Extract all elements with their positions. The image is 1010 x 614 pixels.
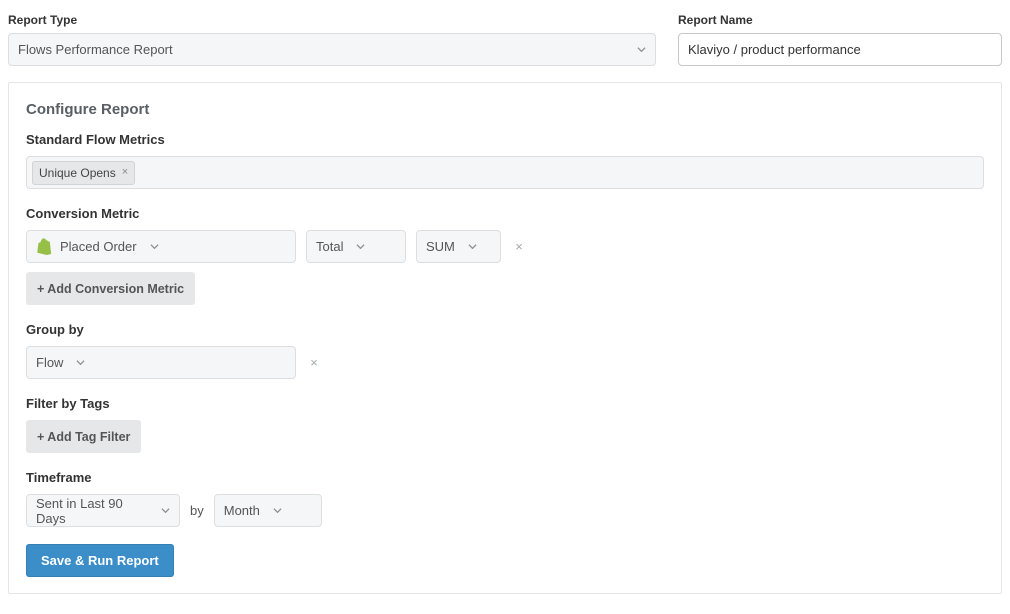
conversion-agg2-select[interactable]: SUM xyxy=(416,230,501,263)
standard-flow-metrics-section: Standard Flow Metrics Unique Opens × xyxy=(26,132,984,189)
chevron-down-icon xyxy=(637,45,646,54)
report-type-label: Report Type xyxy=(8,13,656,27)
filter-by-tags-label: Filter by Tags xyxy=(26,396,984,411)
conversion-agg1-value: Total xyxy=(316,239,343,254)
conversion-metric-value: Placed Order xyxy=(60,239,137,254)
report-type-field: Report Type Flows Performance Report xyxy=(8,13,656,66)
report-name-field: Report Name Klaviyo / product performanc… xyxy=(678,13,1002,66)
timeframe-section: Timeframe Sent in Last 90 Days by Month xyxy=(26,470,984,527)
chevron-down-icon xyxy=(273,506,282,515)
configure-report-panel: Configure Report Standard Flow Metrics U… xyxy=(8,82,1002,594)
conversion-metric-select[interactable]: Placed Order xyxy=(26,230,296,263)
group-by-section: Group by Flow × xyxy=(26,322,984,379)
close-icon[interactable]: × xyxy=(122,167,128,178)
report-type-select[interactable]: Flows Performance Report xyxy=(8,33,656,66)
report-name-input[interactable]: Klaviyo / product performance xyxy=(678,33,1002,66)
timeframe-range-select[interactable]: Sent in Last 90 Days xyxy=(26,494,180,527)
timeframe-by-label: by xyxy=(190,503,204,518)
timeframe-granularity-value: Month xyxy=(224,503,260,518)
group-by-value: Flow xyxy=(36,355,63,370)
chevron-down-icon xyxy=(356,242,365,251)
chevron-down-icon xyxy=(150,242,159,251)
chevron-down-icon xyxy=(161,506,170,515)
conversion-agg1-select[interactable]: Total xyxy=(306,230,406,263)
chevron-down-icon xyxy=(76,358,85,367)
remove-conversion-metric-icon[interactable]: × xyxy=(511,239,527,255)
conversion-agg2-value: SUM xyxy=(426,239,455,254)
timeframe-label: Timeframe xyxy=(26,470,984,485)
standard-flow-metrics-input[interactable]: Unique Opens × xyxy=(26,156,984,189)
group-by-label: Group by xyxy=(26,322,984,337)
report-name-value: Klaviyo / product performance xyxy=(688,42,861,57)
report-name-label: Report Name xyxy=(678,13,1002,27)
conversion-metric-label: Conversion Metric xyxy=(26,206,984,221)
shopify-icon xyxy=(36,238,53,255)
add-conversion-metric-button[interactable]: + Add Conversion Metric xyxy=(26,272,195,305)
standard-flow-metrics-label: Standard Flow Metrics xyxy=(26,132,984,147)
remove-group-by-icon[interactable]: × xyxy=(306,355,322,371)
conversion-metric-section: Conversion Metric Placed Order Total SUM… xyxy=(26,206,984,305)
filter-by-tags-section: Filter by Tags + Add Tag Filter xyxy=(26,396,984,453)
timeframe-granularity-select[interactable]: Month xyxy=(214,494,322,527)
tag-label: Unique Opens xyxy=(39,166,116,180)
report-type-value: Flows Performance Report xyxy=(18,42,173,57)
metric-tag-unique-opens[interactable]: Unique Opens × xyxy=(32,161,135,185)
group-by-select[interactable]: Flow xyxy=(26,346,296,379)
timeframe-range-value: Sent in Last 90 Days xyxy=(36,496,148,526)
save-run-report-button[interactable]: Save & Run Report xyxy=(26,544,174,577)
panel-title: Configure Report xyxy=(26,101,984,118)
add-tag-filter-button[interactable]: + Add Tag Filter xyxy=(26,420,141,453)
chevron-down-icon xyxy=(468,242,477,251)
